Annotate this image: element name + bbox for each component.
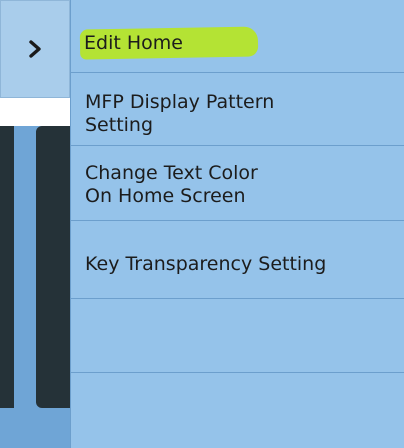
- home-settings-screen: Edit Home MFP Display Pattern Setting Ch…: [0, 0, 404, 448]
- menu-item-empty-1: [71, 299, 404, 373]
- menu-item-label: Key Transparency Setting: [85, 253, 327, 275]
- menu-item-mfp-display-pattern[interactable]: MFP Display Pattern Setting: [71, 73, 404, 146]
- background-dark-block: [36, 126, 70, 408]
- settings-menu-panel: Edit Home MFP Display Pattern Setting Ch…: [70, 0, 404, 448]
- menu-item-key-transparency[interactable]: Key Transparency Setting: [71, 221, 404, 299]
- menu-item-label-line1: MFP Display Pattern: [85, 91, 275, 113]
- chevron-right-icon: [27, 39, 43, 59]
- edit-home-label-overlay: Edit Home: [84, 32, 183, 54]
- menu-item-change-text-color[interactable]: Change Text Color On Home Screen: [71, 146, 404, 221]
- menu-toggle-button[interactable]: [0, 0, 70, 98]
- menu-item-label-line2: Setting: [85, 114, 154, 136]
- menu-item-label-line2: On Home Screen: [85, 185, 246, 207]
- background-dark-edge: [0, 126, 14, 408]
- menu-item-empty-2: [71, 373, 404, 448]
- menu-item-label-line1: Change Text Color: [85, 162, 258, 184]
